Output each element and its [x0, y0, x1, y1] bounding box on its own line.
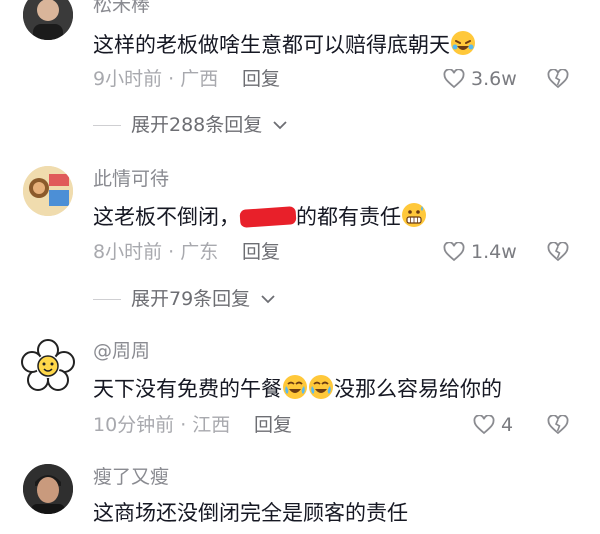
expand-replies-label: 展开288条回复: [131, 114, 263, 136]
divider: [93, 298, 121, 300]
comment-text-part-1: 天下没有免费的午餐: [93, 377, 282, 401]
comment-text: 天下没有免费的午餐 没那么容易给你的: [93, 374, 502, 402]
avatar[interactable]: [23, 464, 73, 514]
crying-laughing-emoji: [308, 374, 334, 400]
comment-text-part-1: 这老板不倒闭，: [93, 205, 240, 229]
like-button[interactable]: 4: [473, 414, 513, 436]
avatar[interactable]: [23, 0, 73, 40]
like-count: 1.4w: [471, 241, 517, 263]
broken-heart-icon: [547, 242, 569, 262]
rofl-emoji: [450, 30, 476, 56]
like-button[interactable]: 1.4w: [443, 241, 517, 263]
heart-outline-icon: [473, 415, 495, 435]
crying-laughing-emoji: [282, 374, 308, 400]
reply-button[interactable]: 回复: [254, 414, 292, 436]
grimace-sweat-emoji: [401, 202, 427, 228]
avatar[interactable]: [23, 166, 73, 216]
dislike-button[interactable]: [547, 242, 569, 262]
comment-text: 这样的老板做啥生意都可以赔得底朝天: [93, 30, 476, 58]
comment-text: 这老板不倒闭， 的都有责任: [93, 202, 427, 230]
comment-username[interactable]: 此情可待: [93, 168, 169, 190]
reply-button[interactable]: 回复: [242, 241, 280, 263]
reply-button[interactable]: 回复: [242, 68, 280, 90]
comment-text-part-2: 没那么容易给你的: [334, 377, 502, 401]
comment-text-part-2: 的都有责任: [296, 205, 401, 229]
redaction-mark: [239, 206, 297, 228]
dislike-button[interactable]: [547, 69, 569, 89]
like-button[interactable]: 3.6w: [443, 68, 517, 90]
dislike-button[interactable]: [547, 415, 569, 435]
comment-username[interactable]: 松禾棒: [93, 0, 150, 16]
chevron-down-icon: [272, 120, 288, 130]
heart-outline-icon: [443, 69, 465, 89]
heart-outline-icon: [443, 242, 465, 262]
expand-replies-label: 展开79条回复: [131, 288, 251, 310]
like-count: 4: [501, 414, 514, 436]
broken-heart-icon: [547, 415, 569, 435]
comment-meta: 9小时前 · 广西: [93, 68, 219, 90]
comment-text: 这商场还没倒闭完全是顾客的责任: [93, 501, 408, 525]
comment-username[interactable]: @周周: [93, 340, 150, 362]
comment-username[interactable]: 瘦了又瘦: [93, 466, 169, 488]
divider: [93, 124, 121, 126]
expand-replies-button[interactable]: 展开288条回复: [93, 114, 288, 136]
broken-heart-icon: [547, 69, 569, 89]
comment-meta: 8小时前 · 广东: [93, 241, 219, 263]
avatar[interactable]: [20, 338, 76, 394]
like-count: 3.6w: [471, 68, 517, 90]
comment-text-content: 这样的老板做啥生意都可以赔得底朝天: [93, 33, 450, 57]
expand-replies-button[interactable]: 展开79条回复: [93, 288, 276, 310]
comment-meta: 10分钟前 · 江西: [93, 414, 231, 436]
chevron-down-icon: [260, 294, 276, 304]
